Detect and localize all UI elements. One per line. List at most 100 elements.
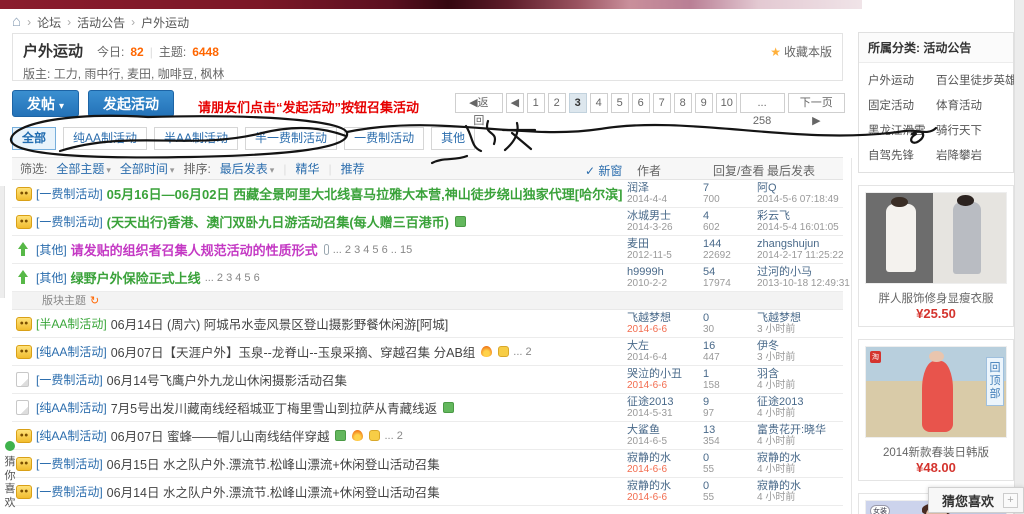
pagination-page-6[interactable]: 6 xyxy=(632,93,650,113)
lastpost-time[interactable]: 2014-2-17 11:25:22 xyxy=(757,250,839,262)
thread-title-link[interactable]: 06月14日 (周六) 阿城吊水壶风景区登山摄影野餐休闲游[阿城] xyxy=(111,314,449,333)
thread-author-link[interactable]: 征途2013 xyxy=(627,396,703,408)
breadcrumb-current[interactable]: 户外运动 xyxy=(141,14,189,31)
thread-author-link[interactable]: 寂静的水 xyxy=(627,480,703,492)
lastpost-author-link[interactable]: 伊冬 xyxy=(757,340,839,352)
guess-you-like-left-widget[interactable]: 猜你喜欢 xyxy=(2,441,18,510)
product-name[interactable]: 胖人服饰修身显瘦衣服 xyxy=(865,290,1007,306)
product-name[interactable]: 2014新款春装日韩版 xyxy=(865,444,1007,460)
lastpost-author-link[interactable]: 征途2013 xyxy=(757,396,839,408)
start-activity-button[interactable]: 发起活动 xyxy=(88,90,174,117)
thread-title-link[interactable]: 06月14日 水之队户外.漂流节.松峰山漂流+休闲登山活动召集 xyxy=(107,482,440,501)
thread-author-link[interactable]: 冰城男士 xyxy=(627,210,703,222)
thread-page-links[interactable]: ... 2 3 4 5 6 .. 15 xyxy=(333,244,413,256)
tab-其他[interactable]: 其他 xyxy=(431,127,475,150)
lastpost-author-link[interactable]: 彩云飞 xyxy=(757,210,839,222)
refresh-icon[interactable]: ↻ xyxy=(90,295,99,307)
lastpost-author-link[interactable]: 飞越梦想 xyxy=(757,312,839,324)
thread-author-link[interactable]: 哭泣的小丑 xyxy=(627,368,703,380)
thread-author-link[interactable]: 大左 xyxy=(627,340,703,352)
sidebar-link-户外运动[interactable]: 户外运动 xyxy=(868,72,936,88)
lastpost-author-link[interactable]: 富贵花开:晓华 xyxy=(757,424,839,436)
pagination-next-button[interactable]: 下一页 ▶ xyxy=(788,93,845,113)
pagination-page-10[interactable]: 10 xyxy=(716,93,737,113)
thread-title-link[interactable]: 06月07日【天涯户外】玉泉--龙脊山--玉泉采摘、穿越召集 分AB组 xyxy=(111,342,476,361)
lastpost-time[interactable]: 2014-5-4 16:01:05 xyxy=(757,222,839,234)
thread-author-link[interactable]: 润泽 xyxy=(627,182,703,194)
lastpost-author-link[interactable]: 过河的小马 xyxy=(757,266,839,278)
lastpost-time[interactable]: 4 小时前 xyxy=(757,492,839,504)
lastpost-author-link[interactable]: 寂静的水 xyxy=(757,480,839,492)
lastpost-time[interactable]: 3 小时前 xyxy=(757,324,839,336)
thread-author-link[interactable]: 寂静的水 xyxy=(627,452,703,464)
lastpost-author-link[interactable]: 寂静的水 xyxy=(757,452,839,464)
sidebar-link-百公里徒步英雄会[interactable]: 百公里徒步英雄会 xyxy=(936,72,1004,88)
thread-tag[interactable]: [一费制活动] xyxy=(36,371,103,388)
lastpost-author-link[interactable]: zhangshujun xyxy=(757,238,839,250)
thread-title-link[interactable]: 7月5号出发川藏南线经稻城亚丁梅里雪山到拉萨从青藏线返 xyxy=(111,398,437,417)
thread-tag[interactable]: [其他] xyxy=(36,269,67,286)
lastpost-time[interactable]: 2013-10-18 12:49:31 xyxy=(757,278,839,290)
lastpost-time[interactable]: 4 小时前 xyxy=(757,464,839,476)
lastpost-time[interactable]: 4 小时前 xyxy=(757,408,839,420)
back-to-top-button[interactable]: 回顶部 xyxy=(986,357,1004,406)
sidebar-link-固定活动[interactable]: 固定活动 xyxy=(868,97,936,113)
sidebar-link-自驾先锋[interactable]: 自驾先锋 xyxy=(868,147,936,163)
pagination-page-4[interactable]: 4 xyxy=(590,93,608,113)
thread-tag[interactable]: [纯AA制活动] xyxy=(36,343,107,360)
thread-title-link[interactable]: 06月07日 蜜蜂——帽儿山南线结伴穿越 xyxy=(111,426,330,445)
thread-title-link[interactable]: 05月16日—06月02日 西藏全景阿里大北线喜马拉雅大本营,神山徒步绕山独家代… xyxy=(107,184,623,203)
thread-title-link[interactable]: 绿野户外保险正式上线 xyxy=(71,268,201,287)
tab-全部[interactable]: 全部 xyxy=(12,127,56,150)
thread-author-link[interactable]: 麦田 xyxy=(627,238,703,250)
lastpost-time[interactable]: 2014-5-6 07:18:49 xyxy=(757,194,839,206)
pagination-page-8[interactable]: 8 xyxy=(674,93,692,113)
pagination-page-7[interactable]: 7 xyxy=(653,93,671,113)
lastpost-time[interactable]: 4 小时前 xyxy=(757,380,839,392)
filter-topic-dropdown[interactable]: 全部主题▾ xyxy=(56,160,111,177)
thread-title-link[interactable]: 06月15日 水之队户外.漂流节.松峰山漂流+休闲登山活动召集 xyxy=(107,454,440,473)
thread-tag[interactable]: [其他] xyxy=(36,241,67,258)
product-image[interactable] xyxy=(865,192,1007,284)
thread-author-link[interactable]: 大鲨鱼 xyxy=(627,424,703,436)
home-icon[interactable]: ⌂ xyxy=(12,15,21,29)
tab-半AA制活动[interactable]: 半AA制活动 xyxy=(154,127,238,150)
thread-tag[interactable]: [纯AA制活动] xyxy=(36,427,107,444)
thread-tag[interactable]: [半AA制活动] xyxy=(36,315,107,332)
sidebar-link-骑行天下[interactable]: 骑行天下 xyxy=(936,122,1004,138)
lastpost-author-link[interactable]: 阿Q xyxy=(757,182,839,194)
expand-icon[interactable]: + xyxy=(1003,493,1018,508)
thread-page-links[interactable]: ... 2 xyxy=(384,430,402,442)
thread-author-link[interactable]: h9999h xyxy=(627,266,703,278)
guess-you-like-popup[interactable]: 猜您喜欢 + xyxy=(928,487,1024,513)
lastpost-time[interactable]: 4 小时前 xyxy=(757,436,839,448)
pagination-more-pages[interactable]: ... 258 xyxy=(740,93,785,113)
thread-page-links[interactable]: ... 2 xyxy=(513,346,531,358)
thread-title-link[interactable]: (天天出行)香港、澳门双卧九日游活动召集(每人赠三百港币) xyxy=(107,212,449,231)
category-value[interactable]: 活动公告 xyxy=(923,41,971,55)
pagination-page-3[interactable]: 3 xyxy=(569,93,587,113)
order-dropdown[interactable]: 最后发表▾ xyxy=(220,160,275,177)
thread-title-link[interactable]: 请发贴的组织者召集人规范活动的性质形式 xyxy=(71,240,318,259)
thread-tag[interactable]: [一费制活动] xyxy=(36,185,103,202)
sidebar-link-体育活动[interactable]: 体育活动 xyxy=(936,97,1004,113)
favorite-board-button[interactable]: ★收藏本版 xyxy=(770,43,832,60)
digest-link[interactable]: 精华 xyxy=(295,160,319,177)
pagination-page-2[interactable]: 2 xyxy=(548,93,566,113)
lastpost-time[interactable]: 3 小时前 xyxy=(757,352,839,364)
thread-tag[interactable]: [纯AA制活动] xyxy=(36,399,107,416)
new-post-button[interactable]: 发帖▾ xyxy=(12,90,79,117)
new-window-toggle[interactable]: ✓ 新窗 xyxy=(585,162,622,179)
pagination-page-5[interactable]: 5 xyxy=(611,93,629,113)
thread-tag[interactable]: [一费制活动] xyxy=(36,455,103,472)
recommend-link[interactable]: 推荐 xyxy=(341,160,365,177)
tab-纯AA制活动[interactable]: 纯AA制活动 xyxy=(63,127,147,150)
breadcrumb-forum[interactable]: 论坛 xyxy=(37,14,61,31)
moderators-list[interactable]: 工力, 雨中行, 麦田, 咖啡豆, 枫林 xyxy=(54,67,225,81)
pagination-page-1[interactable]: 1 xyxy=(527,93,545,113)
lastpost-author-link[interactable]: 羽含 xyxy=(757,368,839,380)
sidebar-link-黑龙江滑雪[interactable]: 黑龙江滑雪 xyxy=(868,122,936,138)
pagination-back-button[interactable]: ◀返 回 xyxy=(455,93,503,113)
thread-title-link[interactable]: 06月14号飞鹰户外九龙山休闲摄影活动召集 xyxy=(107,370,347,389)
sidebar-link-岩降攀岩[interactable]: 岩降攀岩 xyxy=(936,147,1004,163)
